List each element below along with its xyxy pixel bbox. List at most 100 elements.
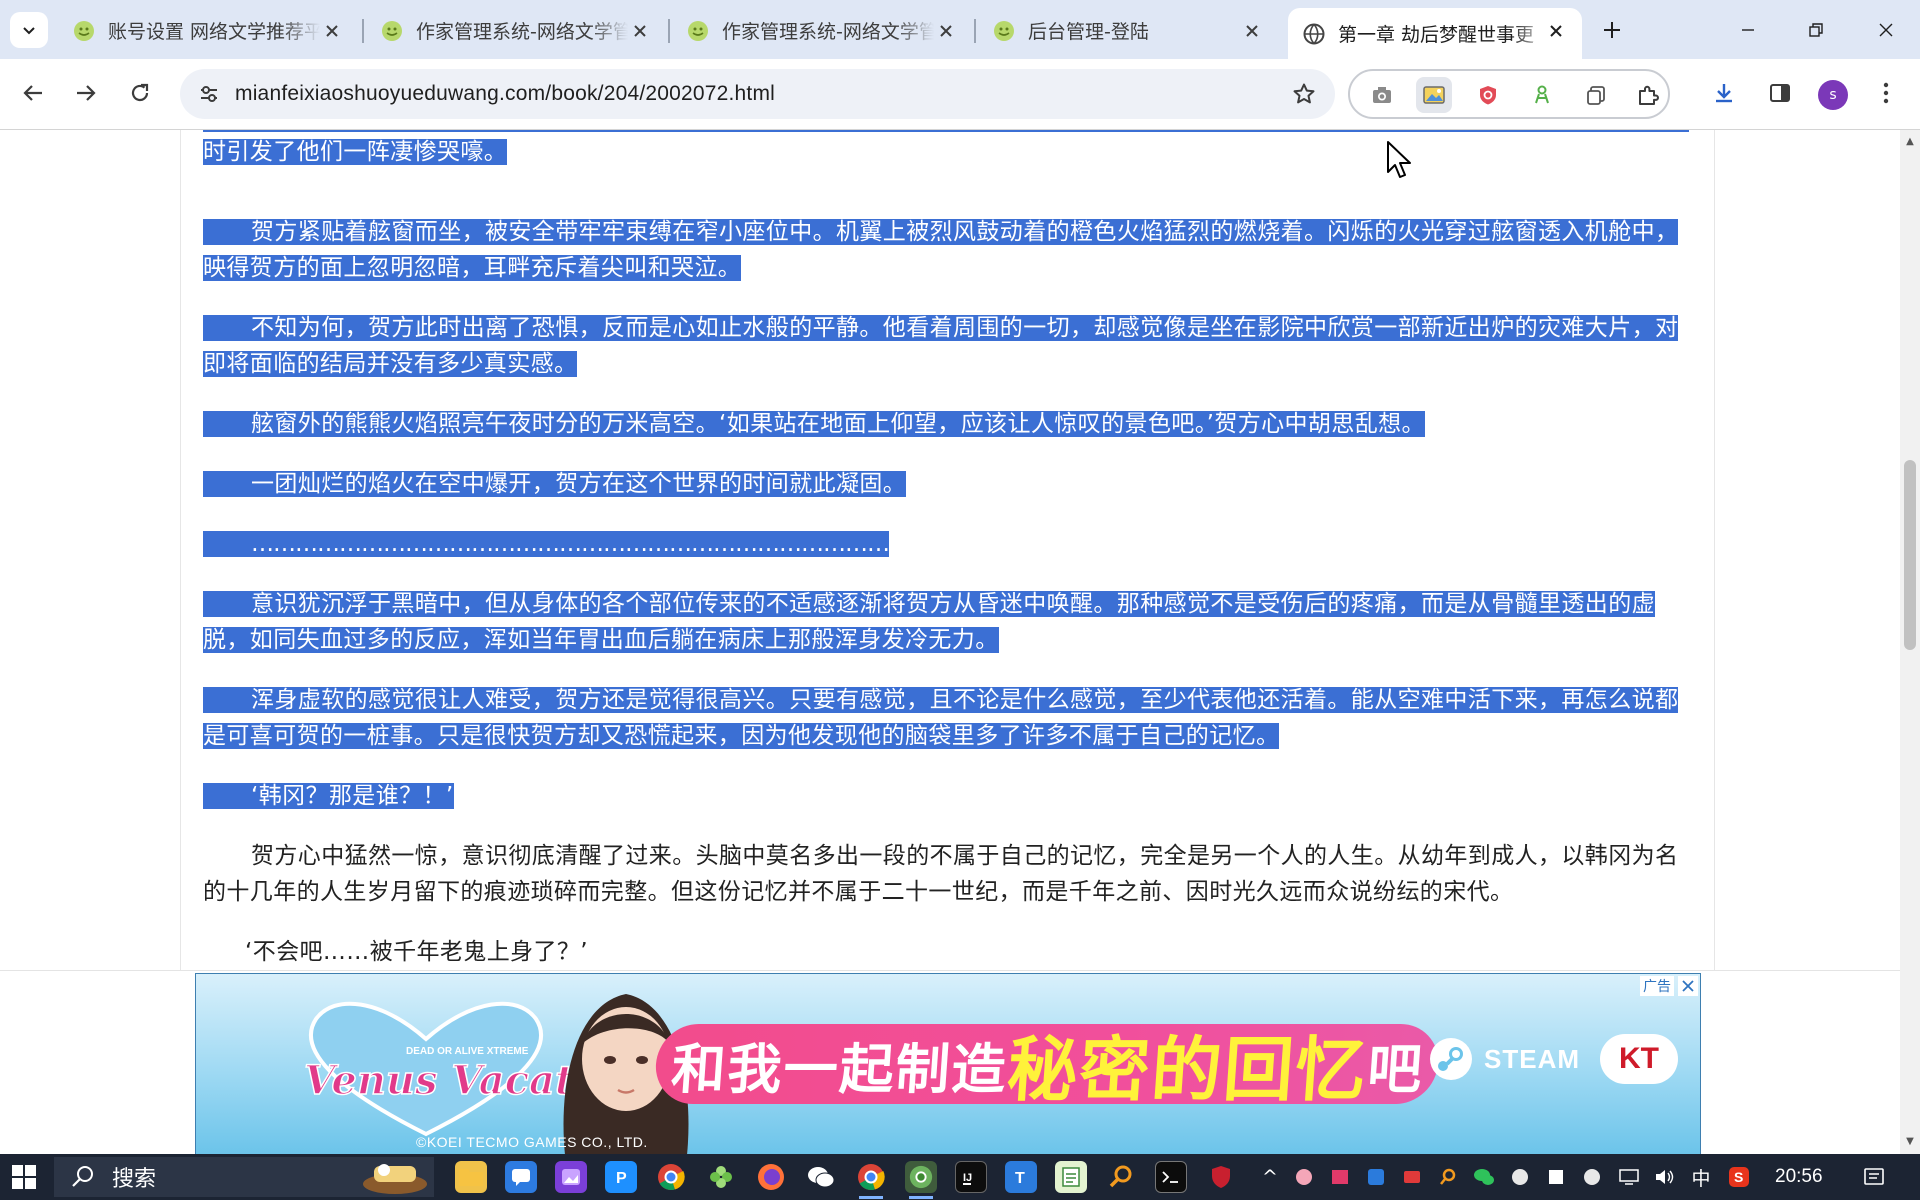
scrollbar-thumb[interactable] — [1904, 460, 1916, 650]
close-icon[interactable] — [1240, 19, 1264, 43]
tray-app-5-icon[interactable] — [1434, 1154, 1462, 1200]
downloads-button[interactable] — [1704, 73, 1744, 113]
address-bar[interactable]: mianfeixiaoshuoyueduwang.com/book/204/20… — [180, 69, 1335, 119]
smile-favicon-icon — [74, 20, 94, 41]
puzzle-green-extension-button[interactable] — [1524, 77, 1560, 113]
copy-extension-button[interactable] — [1578, 77, 1614, 113]
photo-icon — [562, 1169, 580, 1185]
windows-start-icon[interactable] — [12, 1165, 36, 1189]
new-tab-button[interactable] — [1596, 14, 1628, 46]
paragraph-text: 一团灿烂的焰火在空中爆开，贺方在这个世界的时间就此凝固。 — [251, 471, 907, 497]
tray-app-6-icon[interactable] — [1506, 1154, 1534, 1200]
search-icon — [72, 1166, 93, 1187]
close-icon[interactable] — [628, 19, 652, 43]
scroll-down-icon[interactable]: ▼ — [1904, 1136, 1916, 1148]
chrome-app[interactable] — [655, 1161, 687, 1193]
extensions-group — [1348, 69, 1670, 119]
volume-icon[interactable] — [1650, 1154, 1680, 1200]
image-icon — [1423, 86, 1445, 104]
chrome-app-active[interactable] — [855, 1161, 887, 1199]
ad-close-button[interactable] — [1678, 976, 1698, 996]
back-button[interactable] — [13, 73, 53, 113]
profile-avatar[interactable]: s — [1818, 80, 1848, 110]
tray-app-7-icon[interactable] — [1542, 1154, 1570, 1200]
url-text[interactable]: mianfeixiaoshuoyueduwang.com/book/204/20… — [235, 82, 775, 106]
sogou-ime-icon[interactable]: S — [1724, 1154, 1754, 1200]
tab-search-button[interactable] — [10, 12, 48, 48]
chrome-profile-app[interactable] — [905, 1161, 937, 1199]
tab-separator — [974, 19, 976, 43]
file-explorer-app[interactable] — [455, 1161, 487, 1193]
more-vertical-icon — [1883, 82, 1889, 104]
bookmark-button[interactable] — [1285, 75, 1323, 113]
menu-button[interactable] — [1866, 73, 1906, 113]
terminal-app[interactable] — [1155, 1161, 1187, 1193]
tray-overflow-icon[interactable]: ^ — [1258, 1154, 1282, 1200]
parking-app[interactable]: P — [605, 1161, 637, 1193]
svg-text:T: T — [1015, 1170, 1025, 1187]
notepad-icon — [1062, 1167, 1080, 1187]
tray-app-2-icon[interactable] — [1326, 1154, 1354, 1200]
paragraph: 贺方心中猛然一惊，意识彻底清醒了过来。头脑中莫名多出一段的不属于自己的记忆，完全… — [203, 838, 1683, 910]
steam-icon — [1430, 1038, 1472, 1080]
mouse-cursor-icon — [1387, 141, 1411, 178]
tray-app-1-icon[interactable] — [1290, 1154, 1318, 1200]
close-window-button[interactable] — [1862, 10, 1910, 50]
reload-button[interactable] — [120, 73, 160, 113]
minimize-button[interactable] — [1724, 10, 1772, 50]
close-icon — [1879, 23, 1893, 37]
firefox-app[interactable] — [755, 1161, 787, 1193]
notepad-app[interactable] — [1055, 1161, 1087, 1193]
tab-admin-login[interactable]: 后台管理-登陆 — [978, 8, 1278, 53]
ad-banner[interactable]: Venus Vacation DEAD OR ALIVE XTREME 和我一起… — [195, 973, 1701, 1155]
shield-extension-button[interactable] — [1470, 77, 1506, 113]
wechat-app[interactable] — [805, 1161, 837, 1193]
tray-app-4-icon[interactable] — [1398, 1154, 1426, 1200]
vertical-scrollbar[interactable]: ▲ ▼ — [1900, 130, 1920, 1154]
taskbar-clock: 20:56 — [1775, 1166, 1823, 1187]
tray-app-3-icon[interactable] — [1362, 1154, 1390, 1200]
extensions-menu-button[interactable] — [1630, 77, 1666, 113]
notification-icon[interactable] — [1856, 1154, 1892, 1200]
side-panel-button[interactable] — [1760, 73, 1800, 113]
messenger-app[interactable] — [505, 1161, 537, 1193]
tray-wechat-icon[interactable] — [1470, 1154, 1498, 1200]
camera-extension-button[interactable] — [1364, 77, 1400, 113]
ime-indicator[interactable]: 中 — [1686, 1154, 1716, 1200]
intellij-app[interactable]: IJ — [955, 1161, 987, 1193]
scroll-up-icon[interactable]: ▲ — [1904, 136, 1916, 148]
security-app[interactable] — [1205, 1161, 1237, 1193]
tab-title: 第一章 劫后梦醒世事更 — [1338, 24, 1535, 46]
game-logo-subtitle: DEAD OR ALIVE XTREME — [406, 1046, 529, 1057]
firefox-icon — [758, 1164, 784, 1190]
search-tool-app[interactable] — [1105, 1161, 1137, 1193]
tray-app-8-icon[interactable] — [1578, 1154, 1606, 1200]
chrome-icon — [909, 1165, 933, 1189]
paragraph-text: 贺方紧贴着舷窗而坐，被安全带牢牢束缚在窄小座位中。机翼上被烈风鼓动着的橙色火焰猛… — [203, 219, 1679, 281]
tab-writer-admin-1[interactable]: 作家管理系统-网络文学管理 — [366, 8, 666, 53]
side-panel-icon — [1770, 84, 1790, 102]
terminal-icon — [1162, 1171, 1178, 1183]
typora-app[interactable]: T — [1005, 1161, 1037, 1193]
network-icon[interactable] — [1614, 1154, 1644, 1200]
forward-button[interactable] — [66, 73, 106, 113]
close-icon[interactable] — [320, 19, 344, 43]
copy-icon — [1587, 86, 1605, 105]
paragraph-text: ‘不会吧……被千年老鬼上身了？’ — [245, 939, 589, 965]
search-label: 搜索 — [112, 1167, 157, 1192]
site-info-button[interactable] — [190, 75, 228, 113]
photos-app[interactable] — [555, 1161, 587, 1193]
tab-writer-admin-2[interactable]: 作家管理系统-网络文学管理 — [672, 8, 972, 53]
tab-account-settings[interactable]: 账号设置 网络文学推荐平台 — [58, 8, 358, 53]
taskbar-search[interactable]: 搜索 — [54, 1157, 434, 1197]
close-icon[interactable] — [1544, 19, 1568, 43]
chrome-icon — [658, 1164, 685, 1191]
chevron-down-icon — [23, 27, 35, 35]
slogan-part-1: 和我一起制造 — [669, 1037, 1010, 1101]
image-extension-button[interactable] — [1416, 77, 1452, 113]
settings-app[interactable] — [705, 1161, 737, 1193]
restore-button[interactable] — [1792, 10, 1840, 50]
close-icon[interactable] — [934, 19, 958, 43]
tab-chapter-one[interactable]: 第一章 劫后梦醒世事更 — [1288, 8, 1582, 59]
smile-favicon-icon — [382, 20, 402, 41]
